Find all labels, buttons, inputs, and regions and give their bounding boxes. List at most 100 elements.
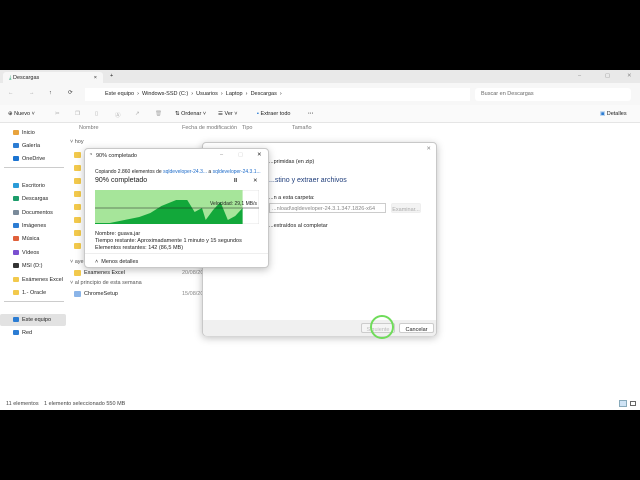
maximize-button[interactable]: ▢ — [238, 152, 243, 158]
speed-graph — [95, 190, 259, 224]
breadcrumb-item[interactable]: Este equipo — [105, 91, 134, 97]
search-input[interactable]: Buscar en Descargas — [475, 88, 631, 101]
sidebar-icon — [13, 143, 19, 148]
source-link[interactable]: sqldeveloper-24.3... — [163, 169, 207, 175]
breadcrumb-item[interactable]: Usuarios — [196, 91, 218, 97]
sidebar-icon — [13, 236, 19, 241]
minimize-button[interactable]: – — [220, 152, 223, 158]
sidebar-item-label: Documentos — [22, 210, 53, 216]
sidebar-item-label: Este equipo — [22, 317, 52, 323]
tab-descargas[interactable]: ⤓ Descargas × — [3, 72, 103, 83]
close-icon[interactable]: ✕ — [426, 146, 431, 152]
share-icon[interactable]: ↗ — [135, 111, 140, 117]
command-bar: ⊕ Nuevo ˅ ✂ ❐ ▯ Ⓐ ↗ 🗑 ⇅ Ordenar ˅ ☰ Ver … — [0, 105, 640, 123]
forward-button[interactable]: → — [29, 90, 35, 96]
view-button[interactable]: ☰ Ver ˅ — [218, 111, 237, 117]
sidebar-item[interactable]: 1.- Oracle — [0, 287, 66, 299]
sidebar-item[interactable]: Escritorio — [0, 180, 66, 192]
file-name: Examenes Excel — [84, 270, 125, 276]
sidebar-item[interactable]: Exámenes Excel — [0, 274, 66, 286]
sidebar-icon — [13, 290, 19, 295]
minimize-button[interactable]: – — [578, 73, 581, 79]
divider — [4, 167, 64, 168]
refresh-button[interactable]: ⟳ — [68, 90, 73, 96]
pause-button[interactable]: II — [234, 178, 237, 184]
close-button[interactable]: ✕ — [257, 152, 262, 158]
sidebar-icon — [13, 223, 19, 228]
sidebar-item[interactable]: OneDrive — [0, 153, 66, 165]
file-row[interactable]: ChromeSetup 15/08/20 — [72, 289, 212, 300]
dialog-subtitle: ...primidas (en zip) — [269, 159, 315, 165]
rename-icon[interactable]: Ⓐ — [115, 111, 121, 119]
sort-button[interactable]: ⇅ Ordenar ˅ — [175, 111, 206, 117]
delete-icon[interactable]: 🗑 — [155, 111, 162, 117]
divider — [4, 301, 64, 302]
sidebar-item[interactable]: Inicio — [0, 127, 66, 139]
cancel-copy-button[interactable]: ✕ — [253, 178, 258, 184]
extract-all-button[interactable]: ▪ Extraer todo — [257, 111, 290, 117]
tab-title: Descargas — [12, 75, 40, 81]
column-size[interactable]: Tamaño — [292, 125, 312, 131]
tiles-view-icon[interactable] — [630, 401, 636, 406]
sidebar-item[interactable]: Vídeos — [0, 247, 66, 259]
copy-description: Copiando 2.860 elementos de sqldeveloper… — [95, 169, 261, 175]
dialog-footer: Siguiente Cancelar — [203, 320, 436, 336]
sidebar-item[interactable]: Descargas — [0, 193, 66, 205]
sidebar-icon — [13, 156, 19, 161]
view-label: Ver — [224, 111, 233, 117]
sidebar-icon — [13, 183, 19, 188]
back-button[interactable]: ← — [8, 90, 14, 96]
sidebar-item[interactable]: Galería — [0, 140, 66, 152]
cut-icon[interactable]: ✂ — [55, 111, 60, 117]
file-explorer-window: ⤓ Descargas × + – ▢ ✕ ← → ↑ ⟳ Este equipo… — [0, 70, 640, 410]
progress-heading: 90% completado — [95, 177, 148, 184]
sidebar-item-label: Inicio — [22, 130, 35, 136]
group-week[interactable]: ˅ al principio de esta semana — [70, 280, 142, 286]
browse-button[interactable]: Examinar... — [391, 203, 421, 213]
breadcrumb-item[interactable]: Windows-SSD (C:) — [142, 91, 188, 97]
close-tab-button[interactable]: × — [94, 75, 97, 81]
maximize-button[interactable]: ▢ — [605, 73, 610, 79]
show-files-checkbox-label[interactable]: ...extraídos al completar — [269, 223, 328, 229]
new-tab-button[interactable]: + — [110, 73, 113, 79]
navigation-pane: Inicio Galería OneDrive Escritorio Descargas… — [0, 123, 66, 400]
sidebar-item[interactable]: Música — [0, 233, 66, 245]
breadcrumb-item[interactable]: Laptop — [226, 91, 243, 97]
file-row[interactable]: Examenes Excel 20/08/20 — [72, 268, 212, 279]
tab-bar: ⤓ Descargas × + – ▢ ✕ — [0, 70, 640, 83]
click-indicator — [370, 315, 394, 339]
copy-icon[interactable]: ❐ — [75, 111, 80, 117]
close-window-button[interactable]: ✕ — [627, 73, 632, 79]
divider — [85, 253, 268, 254]
sidebar-item-label: Escritorio — [22, 183, 45, 189]
cancel-button[interactable]: Cancelar — [399, 323, 434, 333]
details-view-icon[interactable] — [619, 400, 627, 407]
less-details-button[interactable]: ˄ Menos detalles — [95, 259, 138, 265]
details-button[interactable]: ▣ Detalles — [600, 111, 627, 117]
sidebar-item-label: OneDrive — [22, 156, 46, 162]
column-date[interactable]: Fecha de modificación — [182, 125, 237, 131]
sidebar-item[interactable]: Red — [0, 327, 66, 339]
folder-input[interactable]: ...nload\sqldeveloper-24.3.1.347.1826-x6… — [269, 203, 386, 213]
sidebar-item[interactable]: Documentos — [0, 207, 66, 219]
destination-link[interactable]: sqldeveloper-24.3.1... — [213, 169, 261, 175]
sidebar-item[interactable]: MSI (D:) — [0, 260, 66, 272]
breadcrumb[interactable]: Este equipo › Windows-SSD (C:) › Usuario… — [85, 88, 470, 101]
dialog-heading: ...stino y extraer archivos — [269, 177, 347, 184]
file-icon — [74, 243, 81, 249]
up-button[interactable]: ↑ — [49, 90, 52, 96]
dialog-title: 90% completado — [96, 153, 137, 159]
status-bar: 11 elementos 1 elemento seleccionado 550… — [0, 400, 640, 410]
more-button[interactable]: ··· — [308, 111, 314, 117]
new-button[interactable]: ⊕ Nuevo ˅ — [8, 111, 35, 117]
paste-icon[interactable]: ▯ — [95, 111, 98, 117]
column-name[interactable]: Nombre — [79, 125, 99, 131]
column-type[interactable]: Tipo — [242, 125, 253, 131]
copy-prefix: Copiando 2.860 elementos de — [95, 169, 164, 175]
group-today[interactable]: ˅ hoy — [70, 139, 84, 145]
details-label: Detalles — [606, 111, 627, 117]
sidebar-item[interactable]: Este equipo — [0, 314, 66, 326]
file-icon — [74, 152, 81, 158]
breadcrumb-item[interactable]: Descargas — [251, 91, 277, 97]
sidebar-item[interactable]: Imágenes — [0, 220, 66, 232]
